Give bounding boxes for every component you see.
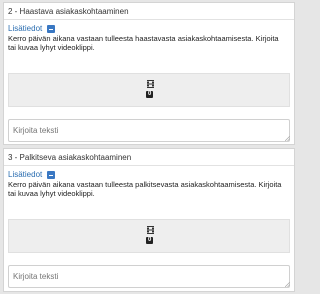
text-input[interactable]	[8, 119, 290, 142]
resize-handle-icon[interactable]	[285, 136, 290, 141]
more-info-link[interactable]: Lisätiedot	[8, 170, 42, 180]
divider	[4, 19, 294, 20]
question-title: 2 - Haastava asiakaskohtaaminen	[8, 7, 129, 16]
info-row: Lisätiedot	[8, 24, 56, 34]
collapse-icon[interactable]	[47, 171, 56, 179]
text-input[interactable]	[8, 265, 290, 288]
divider	[4, 165, 294, 166]
media-area[interactable]: 0	[8, 73, 290, 107]
media-count-badge: 0	[146, 237, 154, 244]
media-area[interactable]: 0	[8, 219, 290, 253]
collapse-icon[interactable]	[47, 25, 56, 33]
film-icon	[147, 80, 154, 88]
info-row: Lisätiedot	[8, 170, 56, 180]
more-info-link[interactable]: Lisätiedot	[8, 24, 42, 34]
resize-handle-icon[interactable]	[285, 282, 290, 287]
film-icon	[147, 226, 154, 234]
question-title: 3 - Palkitseva asiakaskohtaaminen	[8, 153, 132, 162]
question-description: Kerro päivän aikana vastaan tulleesta ha…	[8, 34, 279, 52]
question-description: Kerro päivän aikana vastaan tulleesta pa…	[8, 180, 282, 198]
question-card: 2 - Haastava asiakaskohtaaminen Lisätied…	[3, 2, 295, 145]
question-card: 3 - Palkitseva asiakaskohtaaminen Lisäti…	[3, 148, 295, 292]
media-count-badge: 0	[146, 91, 154, 98]
